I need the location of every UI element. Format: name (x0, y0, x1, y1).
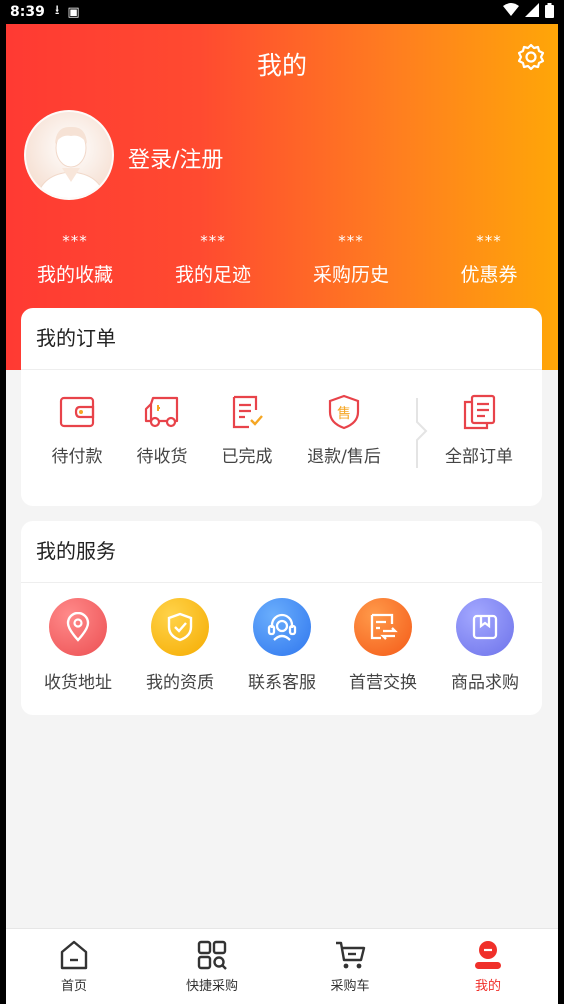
nav-cart[interactable]: 采购车 (295, 939, 405, 994)
nav-label: 快捷采购 (185, 979, 238, 994)
stat-label: 采购历史 (312, 264, 389, 286)
service-label: 商品求购 (451, 673, 519, 693)
check-document-icon (197, 394, 297, 430)
orders-card: 我的订单 待付款 待收货 已完成 售 退款/售后 全部订单 (21, 308, 542, 506)
nav-label: 首页 (60, 979, 87, 994)
download-icon: ⭳ (54, 3, 60, 18)
shield-after-sale-icon: 售 (294, 394, 394, 430)
exchange-document-icon (354, 598, 412, 656)
settings-gear-icon[interactable] (516, 42, 546, 72)
stat-label: 我的足迹 (174, 264, 251, 286)
service-customer-service[interactable]: 联系客服 (234, 598, 330, 693)
home-icon (19, 939, 129, 971)
login-register-link[interactable]: 登录/注册 (128, 142, 223, 174)
stat-footprints[interactable]: *** 我的足迹 (144, 232, 282, 287)
quick-purchase-icon (157, 939, 267, 971)
order-label: 全部订单 (445, 447, 513, 467)
stat-purchase-history[interactable]: *** 采购历史 (282, 232, 420, 287)
bottom-nav: 首页 快捷采购 采购车 我的 (6, 928, 558, 1004)
signal-icon (525, 3, 539, 21)
orders-title: 我的订单 (21, 308, 542, 370)
status-time: 8:39 (10, 4, 45, 20)
divider-arrow (416, 398, 430, 468)
stat-value: *** (476, 232, 502, 250)
nav-label: 我的 (474, 979, 501, 994)
order-label: 退款/售后 (307, 447, 381, 467)
service-product-request[interactable]: 商品求购 (437, 598, 533, 693)
profile-icon (433, 939, 543, 971)
stat-coupons[interactable]: *** 优惠券 (420, 232, 558, 287)
stat-label: 优惠券 (460, 264, 518, 286)
order-label: 已完成 (221, 447, 273, 467)
order-completed[interactable]: 已完成 (197, 394, 297, 467)
order-all[interactable]: 全部订单 (429, 394, 529, 467)
svg-text:售: 售 (337, 406, 351, 422)
nav-profile[interactable]: 我的 (433, 939, 543, 994)
service-label: 我的资质 (146, 673, 214, 693)
service-qualification[interactable]: 我的资质 (132, 598, 228, 693)
nav-label: 采购车 (330, 979, 370, 994)
stat-value: *** (338, 232, 364, 250)
box-icon (456, 598, 514, 656)
service-address[interactable]: 收货地址 (30, 598, 126, 693)
stat-value: *** (200, 232, 226, 250)
service-label: 收货地址 (44, 673, 112, 693)
customer-service-icon (253, 598, 311, 656)
cart-icon (295, 939, 405, 971)
page-title: 我的 (256, 51, 307, 80)
battery-icon (545, 2, 554, 22)
status-bar: 8:39 ⭳ ▣ (0, 0, 564, 24)
location-pin-icon (49, 598, 107, 656)
stat-label: 我的收藏 (36, 264, 113, 286)
stat-value: *** (62, 232, 88, 250)
service-first-exchange[interactable]: 首营交换 (335, 598, 431, 693)
services-card: 我的服务 收货地址 我的资质 联系客服 首营交换 商品求购 (21, 521, 542, 715)
nav-quick-purchase[interactable]: 快捷采购 (157, 939, 267, 994)
screen-frame-right (558, 24, 564, 1004)
nav-home[interactable]: 首页 (19, 939, 129, 994)
app-notification-icon: ▣ (67, 4, 80, 20)
services-title: 我的服务 (21, 521, 542, 583)
avatar[interactable] (24, 110, 114, 200)
service-label: 联系客服 (248, 673, 316, 693)
wifi-icon (503, 3, 519, 21)
order-refund-aftersale[interactable]: 售 退款/售后 (294, 394, 394, 467)
service-label: 首营交换 (349, 673, 417, 693)
stats-row: *** 我的收藏 *** 我的足迹 *** 采购历史 *** 优惠券 (6, 232, 558, 287)
stat-favorites[interactable]: *** 我的收藏 (6, 232, 144, 287)
shield-check-icon (151, 598, 209, 656)
order-list-icon (429, 394, 529, 430)
